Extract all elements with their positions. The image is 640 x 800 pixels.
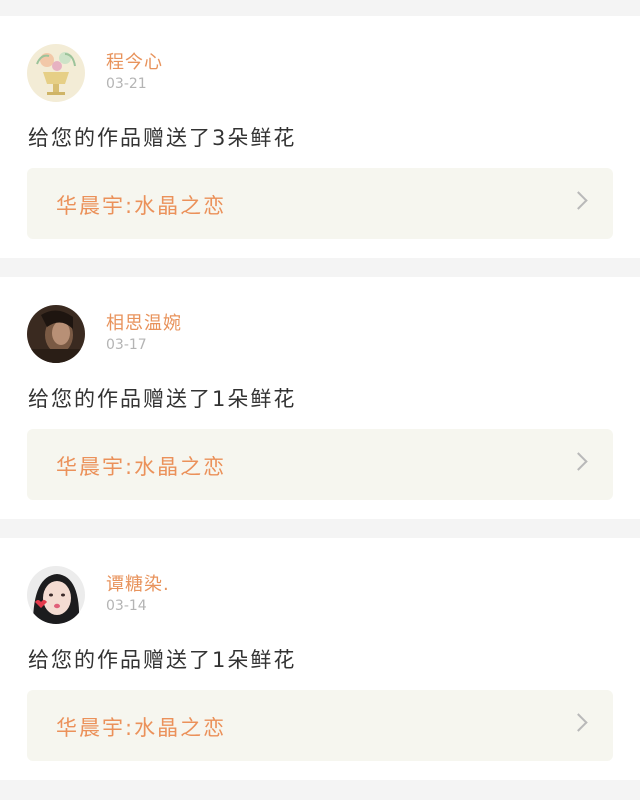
- gift-message: 给您的作品赠送了1朵鲜花: [28, 387, 297, 411]
- gift-message: 给您的作品赠送了3朵鲜花: [28, 126, 297, 150]
- chevron-right-icon: [569, 191, 588, 210]
- gift-message: 给您的作品赠送了1朵鲜花: [28, 648, 297, 672]
- notification-feed: 程今心 03-21 给您的作品赠送了3朵鲜花 华晨宇:水晶之恋 相思温婉 03-…: [0, 0, 640, 780]
- post-date: 03-17: [106, 337, 147, 353]
- user-name[interactable]: 谭糖染.: [106, 570, 170, 596]
- avatar[interactable]: [27, 305, 85, 363]
- work-link[interactable]: 华晨宇:水晶之恋: [27, 429, 613, 500]
- user-name[interactable]: 相思温婉: [106, 309, 182, 335]
- post-date: 03-21: [106, 76, 147, 92]
- work-link[interactable]: 华晨宇:水晶之恋: [27, 168, 613, 239]
- work-title: 华晨宇:水晶之恋: [56, 455, 227, 479]
- chevron-right-icon: [569, 452, 588, 471]
- work-link[interactable]: 华晨宇:水晶之恋: [27, 690, 613, 761]
- top-spacer: [0, 0, 640, 16]
- avatar-portrait-dark-icon: [27, 305, 85, 363]
- avatar[interactable]: [27, 44, 85, 102]
- avatar-portrait-girl-icon: [27, 566, 85, 624]
- work-title: 华晨宇:水晶之恋: [56, 194, 227, 218]
- user-name[interactable]: 程今心: [106, 48, 163, 74]
- avatar-floral-cup-icon: [27, 44, 85, 102]
- work-title: 华晨宇:水晶之恋: [56, 716, 227, 740]
- post-date: 03-14: [106, 598, 147, 614]
- gift-notification-card: 相思温婉 03-17 给您的作品赠送了1朵鲜花 华晨宇:水晶之恋: [0, 277, 640, 519]
- gift-notification-card: 谭糖染. 03-14 给您的作品赠送了1朵鲜花 华晨宇:水晶之恋: [0, 538, 640, 780]
- chevron-right-icon: [569, 713, 588, 732]
- gift-notification-card: 程今心 03-21 给您的作品赠送了3朵鲜花 华晨宇:水晶之恋: [0, 16, 640, 258]
- avatar[interactable]: [27, 566, 85, 624]
